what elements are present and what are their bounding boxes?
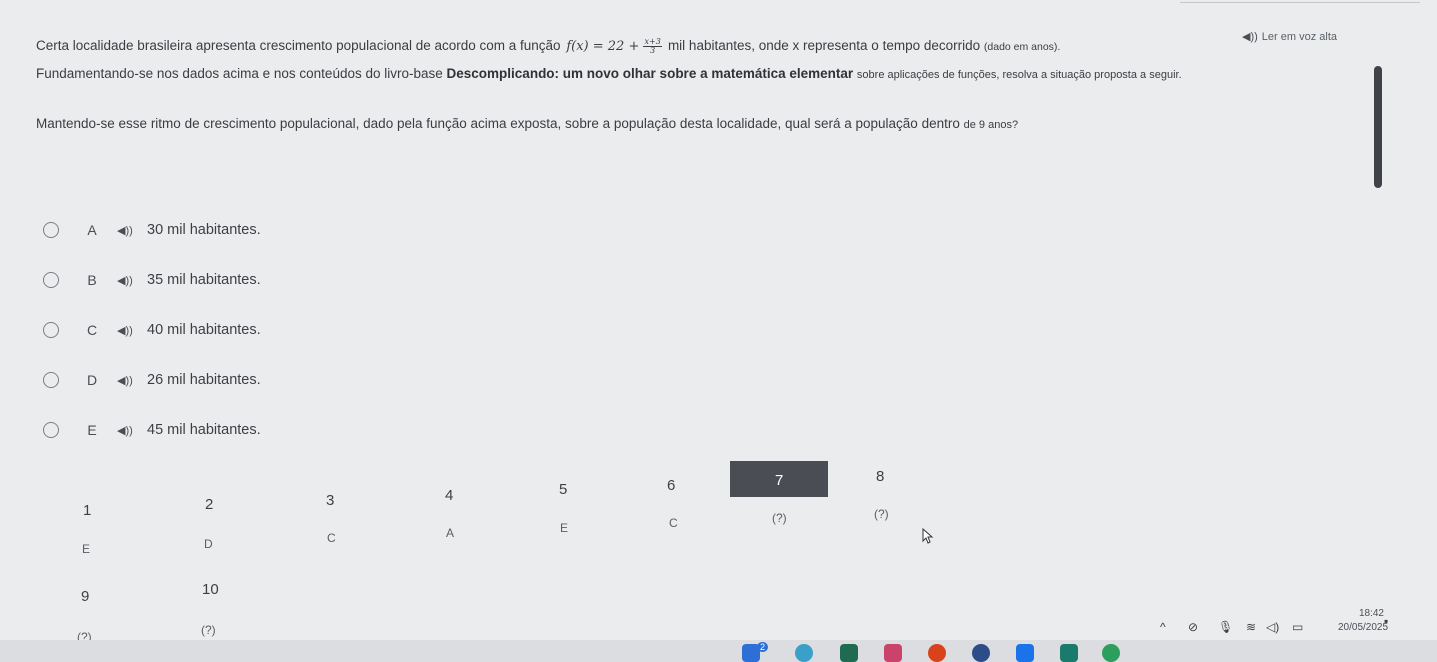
volume-icon[interactable]: ◁): [1266, 620, 1279, 634]
cloud-icon[interactable]: [1016, 644, 1034, 662]
question-line-2: Fundamentando-se nos dados acima e nos c…: [36, 66, 1182, 81]
read-aloud-label: Ler em voz alta: [1261, 30, 1337, 43]
chrome-icon[interactable]: [1102, 644, 1120, 662]
notification-icon[interactable]: ▪: [1384, 614, 1388, 628]
taskbar: [0, 640, 1437, 662]
question-line-1: Certa localidade brasileira apresenta cr…: [36, 37, 1061, 55]
microphone-icon[interactable]: 🎙: [1218, 620, 1233, 634]
function-formula: f(x) = 22 + x+3 3: [566, 37, 662, 55]
store-icon[interactable]: [840, 644, 858, 662]
browser-icon[interactable]: [795, 644, 813, 662]
mouse-cursor-icon: [922, 528, 934, 544]
scrollbar-thumb[interactable]: [1374, 66, 1382, 188]
question-prompt: Mantendo-se esse ritmo de crescimento po…: [36, 116, 1019, 131]
radio-button[interactable]: [43, 272, 59, 288]
radio-button[interactable]: [43, 422, 59, 438]
speaker-icon[interactable]: ◀)): [117, 274, 147, 287]
chevron-up-icon[interactable]: ^: [1160, 620, 1166, 634]
app-icon[interactable]: [1060, 644, 1078, 662]
files-icon[interactable]: [972, 644, 990, 662]
mail-icon[interactable]: [884, 644, 902, 662]
option-d[interactable]: D ◀)) 26 mil habitantes.: [32, 355, 332, 405]
speaker-icon[interactable]: ◀)): [117, 224, 147, 237]
option-c[interactable]: C ◀)) 40 mil habitantes.: [32, 305, 332, 355]
option-b[interactable]: B ◀)) 35 mil habitantes.: [32, 255, 332, 305]
radio-button[interactable]: [43, 222, 59, 238]
option-e[interactable]: E ◀)) 45 mil habitantes.: [32, 405, 332, 455]
radio-button[interactable]: [43, 372, 59, 388]
option-a[interactable]: A ◀)) 30 mil habitantes.: [32, 205, 332, 255]
top-divider: [1180, 2, 1420, 3]
opera-icon[interactable]: [928, 644, 946, 662]
read-aloud-button[interactable]: ◀)) Ler em voz alta: [1242, 30, 1337, 44]
radio-button[interactable]: [43, 322, 59, 338]
clock[interactable]: 18:42 20/05/2025: [1338, 607, 1388, 635]
notification-badge: 2: [757, 642, 769, 652]
location-icon[interactable]: ⊘: [1188, 620, 1198, 634]
speaker-icon[interactable]: ◀)): [117, 424, 147, 437]
quiz-page: ◀)) Ler em voz alta Certa localidade bra…: [0, 0, 1437, 662]
wifi-icon[interactable]: ≋: [1246, 620, 1256, 634]
speaker-icon[interactable]: ◀)): [117, 374, 147, 387]
speaker-icon: ◀)): [1242, 31, 1258, 43]
answer-options: A ◀)) 30 mil habitantes. B ◀)) 35 mil ha…: [32, 205, 332, 455]
speaker-icon[interactable]: ◀)): [117, 324, 147, 337]
battery-icon[interactable]: ▭: [1292, 620, 1303, 634]
book-title: Descomplicando: um novo olhar sobre a ma…: [446, 66, 854, 81]
